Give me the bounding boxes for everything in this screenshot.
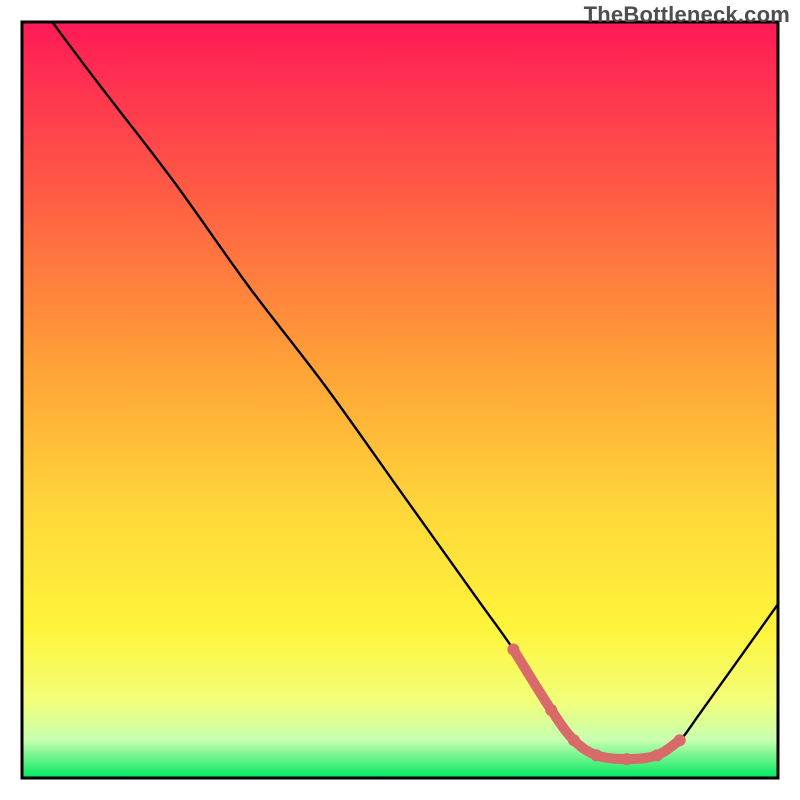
highlight-dot <box>507 643 519 655</box>
chart-canvas: TheBottleneck.com <box>0 0 800 800</box>
highlight-dot <box>545 704 557 716</box>
watermark-text: TheBottleneck.com <box>584 2 790 28</box>
gradient-background <box>22 22 778 778</box>
highlight-dot <box>621 753 633 765</box>
highlight-dot <box>651 749 663 761</box>
highlight-dot <box>591 749 603 761</box>
bottleneck-plot <box>0 0 800 800</box>
highlight-dot <box>568 734 580 746</box>
highlight-dot <box>674 734 686 746</box>
